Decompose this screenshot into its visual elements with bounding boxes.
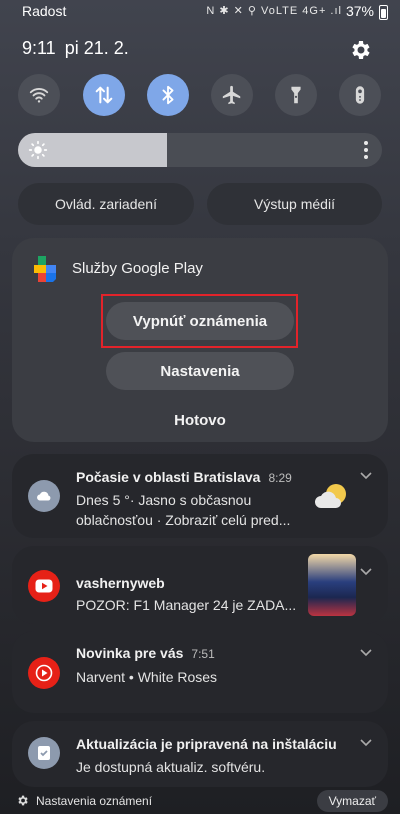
settings-gear-icon[interactable] [348, 38, 372, 62]
settings-button[interactable]: Nastavenia [106, 352, 294, 390]
flashlight-icon [291, 86, 301, 104]
expand-chevron-icon[interactable] [360, 739, 372, 747]
done-button[interactable]: Hotovo [12, 412, 388, 429]
notification-body: Je dostupná aktualiz. softvéru. [76, 759, 266, 775]
notification-body: Narvent • White Roses [76, 669, 218, 685]
notification-system-update[interactable]: Aktualizácia je pripravená na inštaláciu… [12, 721, 388, 787]
expand-chevron-icon[interactable] [360, 568, 372, 576]
clock-time: 9:11 [22, 38, 56, 58]
youtube-icon [35, 579, 53, 593]
battery-icon [379, 5, 388, 20]
flashlight-tile[interactable] [275, 74, 317, 116]
mobile-data-tile[interactable] [83, 74, 125, 116]
remote-icon [355, 86, 365, 104]
update-check-icon [38, 746, 50, 760]
highlight-box [101, 294, 298, 348]
notification-title: Aktualizácia je pripravená na inštaláciu [76, 736, 337, 752]
notification-body: POZOR: F1 Manager 24 je ZADA... [76, 597, 297, 613]
remote-tile[interactable] [339, 74, 381, 116]
clock-date: 9:11 pi 21. 2. [22, 38, 129, 59]
airplane-mode-icon [222, 85, 241, 105]
wifi-icon [29, 88, 49, 103]
notification-line2: oblačnosťou · Zobraziť celú pred... [76, 512, 291, 528]
video-thumbnail [308, 554, 356, 616]
date-label: pi 21. 2. [64, 38, 129, 58]
media-output-button[interactable]: Výstup médií [207, 183, 382, 225]
notification-settings-link[interactable]: Nastavenia oznámení [36, 794, 152, 808]
weather-app-icon [28, 480, 60, 512]
notification-footer: Nastavenia oznámení Vymazať [0, 786, 400, 814]
airplane-tile[interactable] [211, 74, 253, 116]
software-update-app-icon [28, 737, 60, 769]
brightness-icon [28, 140, 48, 160]
notification-music[interactable]: Novinka pre vás 7:51 Narvent • White Rose… [12, 631, 388, 713]
carrier-name: Radost [22, 3, 67, 19]
wifi-tile[interactable] [18, 74, 60, 116]
google-play-services-icon [34, 256, 56, 282]
youtube-music-app-icon [28, 657, 60, 689]
bluetooth-tile[interactable] [147, 74, 189, 116]
partly-sunny-icon [315, 484, 346, 508]
brightness-slider[interactable] [18, 133, 382, 167]
notification-title: vashernyweb [76, 575, 165, 591]
notification-settings-dialog: Služby Google Play Vypnúť oznámenia Nast… [12, 238, 388, 442]
youtube-app-icon [28, 570, 60, 602]
settings-gear-icon[interactable] [16, 794, 29, 807]
mobile-data-icon [95, 86, 113, 104]
notification-time: 7:51 [191, 647, 215, 661]
cloud-icon [37, 491, 51, 501]
app-name: Služby Google Play [72, 260, 203, 277]
notification-title: Počasie v oblasti Bratislava 8:29 [76, 469, 292, 485]
bluetooth-icon [162, 85, 174, 105]
notification-line1: Dnes 5 °· Jasno s občasnou [76, 492, 252, 508]
notification-title: Novinka pre vás 7:51 [76, 645, 215, 661]
notification-time: 8:29 [268, 471, 292, 485]
play-circle-icon [35, 664, 53, 682]
expand-chevron-icon[interactable] [360, 649, 372, 657]
device-control-button[interactable]: Ovlád. zariadení [18, 183, 194, 225]
status-icons: N ✱ ✕ ⚲ VoLTE 4G+ .ıl [206, 5, 342, 17]
battery-percent: 37% [345, 3, 374, 19]
clear-all-button[interactable]: Vymazať [316, 790, 388, 812]
more-options-icon[interactable] [364, 141, 368, 159]
notification-youtube[interactable]: vashernyweb POZOR: F1 Manager 24 je ZADA… [12, 546, 388, 624]
expand-chevron-icon[interactable] [360, 472, 372, 480]
status-bar: Radost N ✱ ✕ ⚲ VoLTE 4G+ .ıl 37% [0, 0, 400, 24]
notification-weather[interactable]: Počasie v oblasti Bratislava 8:29 Dnes 5 … [12, 454, 388, 538]
